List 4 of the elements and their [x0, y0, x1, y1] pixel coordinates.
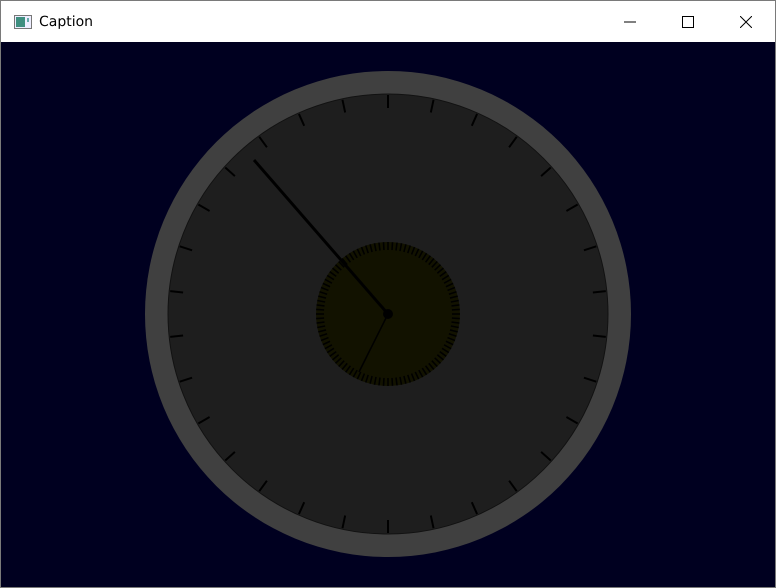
close-icon	[740, 16, 752, 28]
window-title: Caption	[39, 14, 94, 30]
maximize-icon	[682, 16, 694, 28]
app-icon	[14, 14, 32, 28]
